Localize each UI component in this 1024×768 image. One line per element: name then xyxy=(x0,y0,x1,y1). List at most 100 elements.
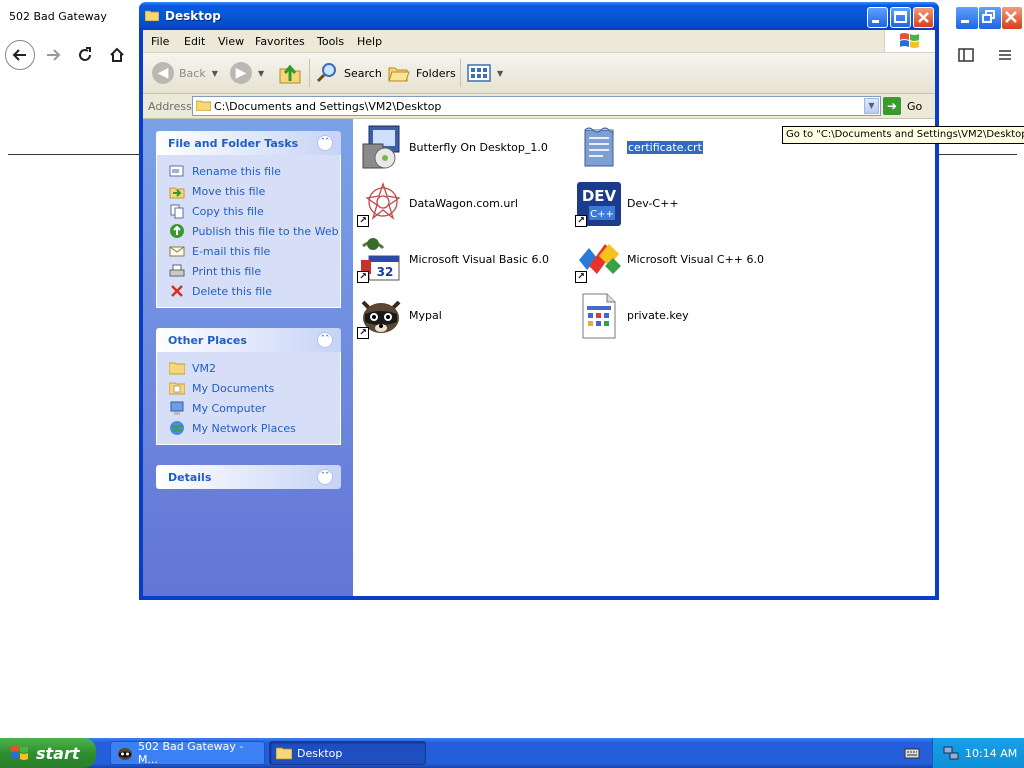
browser-sidebar-button[interactable] xyxy=(953,42,979,68)
task-print[interactable]: Print this file xyxy=(157,261,340,281)
task-move[interactable]: Move this file xyxy=(157,181,340,201)
search-button[interactable]: Search xyxy=(315,61,382,85)
file-item[interactable]: ↗ Mypal xyxy=(353,291,563,341)
home-icon xyxy=(110,47,124,62)
task-copy[interactable]: Copy this file xyxy=(157,201,340,221)
up-folder-button[interactable] xyxy=(278,61,302,85)
file-item[interactable]: 32 ↗ Microsoft Visual Basic 6.0 xyxy=(353,235,563,285)
place-vm2[interactable]: VM2 xyxy=(157,358,340,378)
file-name: Microsoft Visual C++ 6.0 xyxy=(627,253,764,266)
file-item[interactable]: DEV C++ ↗ Dev-C++ xyxy=(571,179,781,229)
place-my-computer[interactable]: My Computer xyxy=(157,398,340,418)
taskbar-button-desktop[interactable]: Desktop xyxy=(269,741,426,765)
folders-button[interactable]: Folders xyxy=(387,61,456,85)
task-publish[interactable]: Publish this file to the Web xyxy=(157,221,340,241)
place-label: My Documents xyxy=(192,381,275,395)
task-email[interactable]: E-mail this file xyxy=(157,241,340,261)
task-delete[interactable]: Delete this file xyxy=(157,281,340,301)
panel-body: VM2 My Documents My Computer My Network … xyxy=(156,352,341,445)
taskbar-label: Desktop xyxy=(297,746,343,760)
browser-forward-button[interactable] xyxy=(38,40,68,70)
menu-favorites[interactable]: Favorites xyxy=(255,35,305,48)
delete-icon xyxy=(169,283,185,299)
shortcut-arrow-icon: ↗ xyxy=(357,215,369,227)
page-divider xyxy=(939,154,1017,155)
menu-help[interactable]: Help xyxy=(357,35,382,48)
restore-icon xyxy=(982,10,995,23)
panel-title: Details xyxy=(168,471,212,484)
address-dropdown-button[interactable]: ▼ xyxy=(864,98,879,114)
forward-button[interactable]: ▶ ▼ xyxy=(230,61,264,85)
panel-header[interactable]: Other Places ˆˆ xyxy=(156,328,341,352)
go-tooltip: Go to "C:\Documents and Settings\VM2\Des… xyxy=(782,126,1024,144)
browser-close-button[interactable] xyxy=(1001,6,1023,30)
menu-file[interactable]: File xyxy=(151,35,169,48)
hamburger-icon xyxy=(999,50,1011,60)
toolbar-separator xyxy=(460,59,461,87)
folders-icon xyxy=(388,67,410,82)
window-titlebar[interactable]: Desktop xyxy=(139,2,939,30)
shortcut-arrow-icon: ↗ xyxy=(575,215,587,227)
task-label: Rename this file xyxy=(192,164,281,178)
explorer-window: Desktop File Edit View Favorites Tools H… xyxy=(139,2,939,600)
window-client: File Edit View Favorites Tools Help ◀ Ba… xyxy=(143,30,935,596)
browser-restore-button[interactable] xyxy=(978,6,1002,30)
go-button[interactable]: ➜ Go xyxy=(883,96,931,116)
chevron-down-icon: ▼ xyxy=(497,68,504,78)
file-item[interactable]: ↗ Microsoft Visual C++ 6.0 xyxy=(571,235,781,285)
place-label: My Computer xyxy=(192,401,267,415)
svg-text:DEV: DEV xyxy=(582,187,617,205)
start-label: start xyxy=(36,743,80,763)
file-name: Butterfly On Desktop_1.0 xyxy=(409,141,548,154)
svg-text:32: 32 xyxy=(377,265,394,279)
address-input[interactable]: C:\Documents and Settings\VM2\Desktop ▼ xyxy=(192,96,881,116)
forward-arrow-icon xyxy=(47,49,61,61)
menu-tools[interactable]: Tools xyxy=(317,35,344,48)
task-rename[interactable]: Rename this file xyxy=(157,161,340,181)
panel-header[interactable]: File and Folder Tasks ˆˆ xyxy=(156,131,341,155)
keyboard-icon[interactable] xyxy=(904,746,920,760)
taskbar-button-browser[interactable]: 502 Bad Gateway - M... xyxy=(110,740,265,766)
views-button[interactable]: ▼ xyxy=(467,61,503,85)
place-my-documents[interactable]: My Documents xyxy=(157,378,340,398)
expand-chevron-icon[interactable]: ˇˇ xyxy=(317,469,333,485)
collapse-chevron-icon[interactable]: ˆˆ xyxy=(317,332,333,348)
go-arrow-icon: ➜ xyxy=(883,97,901,115)
menu-view[interactable]: View xyxy=(218,35,244,48)
file-item-selected[interactable]: certificate.crt xyxy=(571,123,781,173)
shortcut-arrow-icon: ↗ xyxy=(575,271,587,283)
browser-home-button[interactable] xyxy=(102,40,132,70)
back-arrow-icon xyxy=(12,49,26,61)
task-label: Delete this file xyxy=(192,284,272,298)
folder-icon xyxy=(196,100,211,111)
browser-menu-button[interactable] xyxy=(992,42,1018,68)
browser-tab-title[interactable]: 502 Bad Gateway xyxy=(9,10,107,23)
close-button[interactable] xyxy=(913,7,934,28)
clock[interactable]: 10:14 AM xyxy=(965,747,1017,760)
task-label: Publish this file to the Web xyxy=(192,224,339,238)
browser-minimize-button[interactable] xyxy=(955,6,979,30)
collapse-chevron-icon[interactable]: ˆˆ xyxy=(317,135,333,151)
maximize-button[interactable] xyxy=(890,7,911,28)
menu-edit[interactable]: Edit xyxy=(184,35,205,48)
back-button[interactable]: ◀ Back ▼ xyxy=(152,61,218,85)
close-icon xyxy=(918,12,929,23)
file-item[interactable]: Butterfly On Desktop_1.0 xyxy=(353,123,563,173)
network-places-icon xyxy=(169,420,185,436)
start-button[interactable]: start xyxy=(0,738,96,768)
file-item[interactable]: private.key xyxy=(571,291,781,341)
task-label: E-mail this file xyxy=(192,244,271,258)
task-label: Move this file xyxy=(192,184,266,198)
windows-logo xyxy=(884,30,935,52)
network-icon[interactable] xyxy=(943,745,959,761)
move-icon xyxy=(169,183,185,199)
certificate-icon xyxy=(584,127,614,167)
sidebar-icon xyxy=(958,48,974,62)
views-icon xyxy=(467,64,491,82)
panel-header[interactable]: Details ˇˇ xyxy=(156,465,341,489)
place-my-network-places[interactable]: My Network Places xyxy=(157,418,340,438)
file-item[interactable]: ↗ DataWagon.com.url xyxy=(353,179,563,229)
browser-back-button[interactable] xyxy=(5,40,35,70)
minimize-button[interactable] xyxy=(867,7,888,28)
browser-reload-button[interactable] xyxy=(70,40,100,70)
